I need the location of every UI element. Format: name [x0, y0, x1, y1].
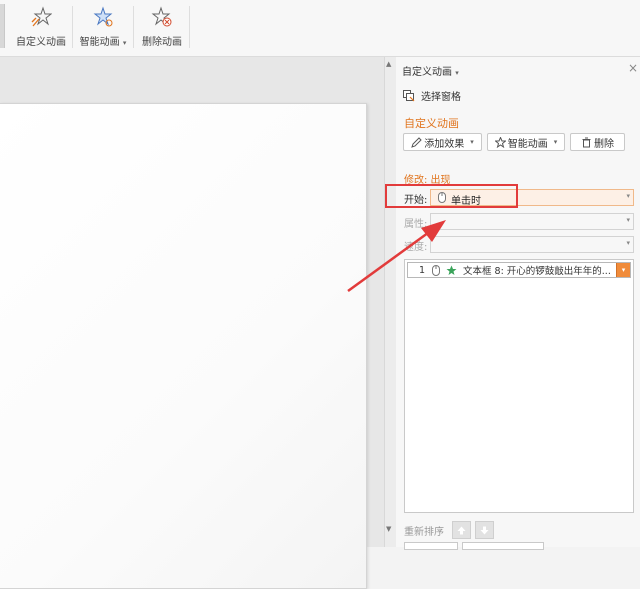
- animation-list[interactable]: 1 文本框 8: 开心的锣鼓敲出年年的... ▾: [404, 259, 634, 513]
- reorder-label: 重新排序: [404, 526, 444, 538]
- ribbon-toolbar: 自定义动画 智能动画 ▾ 删除动画: [0, 0, 640, 57]
- trash-icon: [582, 137, 591, 147]
- chevron-down-icon: ▾: [470, 138, 474, 146]
- delete-animation-label: 删除动画: [142, 37, 182, 48]
- slide-show-button[interactable]: [462, 542, 544, 550]
- chevron-down-icon: ▾: [626, 216, 630, 224]
- delete-button[interactable]: 删除: [570, 133, 625, 151]
- mouse-click-icon: [432, 264, 440, 276]
- reorder-bar: 重新排序: [404, 521, 494, 539]
- ribbon-separator: [189, 6, 190, 48]
- slide-canvas-area: [0, 57, 384, 589]
- chevron-down-icon: ▾: [455, 69, 459, 77]
- ribbon-separator: [72, 6, 73, 48]
- animation-item-text: 文本框 8: 开心的锣鼓敲出年年的...: [463, 266, 611, 277]
- smart-animation-ribbon-label: 智能动画: [79, 37, 120, 48]
- slide-page[interactable]: [0, 103, 367, 589]
- add-effect-button[interactable]: 添加效果 ▾: [403, 133, 482, 151]
- delete-animation-button[interactable]: 删除动画: [139, 4, 185, 50]
- delete-animation-icon: [151, 6, 172, 27]
- scroll-down-icon[interactable]: ▼: [386, 525, 391, 533]
- smart-animation-button[interactable]: 智能动画 ▾: [487, 133, 565, 151]
- start-highlight-box: [385, 184, 518, 208]
- close-icon[interactable]: ×: [628, 61, 638, 75]
- smart-animation-ribbon-button[interactable]: 智能动画 ▾: [78, 4, 128, 50]
- custom-animation-button[interactable]: 自定义动画: [15, 4, 67, 50]
- smart-animation-icon: [93, 6, 113, 27]
- list-item[interactable]: 1 文本框 8: 开心的锣鼓敲出年年的... ▾: [407, 262, 631, 278]
- selection-pane-button[interactable]: 选择窗格: [403, 88, 461, 103]
- property-row: 属性:: [404, 213, 428, 231]
- add-effect-label: 添加效果: [424, 138, 465, 150]
- move-up-button[interactable]: [452, 521, 471, 539]
- property-label: 属性:: [404, 218, 428, 230]
- play-button[interactable]: [404, 542, 458, 550]
- custom-animation-panel: 自定义动画 ▾ × 选择窗格 自定义动画 添加效果 ▾ 智能动画 ▾ 删除 修改…: [396, 57, 640, 547]
- move-down-button[interactable]: [475, 521, 494, 539]
- pencil-icon: [411, 136, 422, 148]
- smart-animation-icon: [494, 136, 506, 148]
- chevron-down-icon[interactable]: ▾: [616, 263, 630, 277]
- star-icon: [446, 265, 457, 275]
- property-select[interactable]: ▾: [430, 213, 634, 230]
- speed-label: 速度:: [404, 241, 428, 253]
- ribbon-left-edge: [0, 4, 5, 48]
- smart-animation-label: 智能动画: [507, 138, 548, 150]
- custom-animation-section-title: 自定义动画: [404, 117, 459, 130]
- panel-bottom-buttons: [396, 540, 640, 550]
- animation-order: 1: [419, 264, 426, 276]
- custom-animation-icon: [31, 6, 52, 27]
- chevron-down-icon: ▾: [626, 192, 630, 200]
- chevron-down-icon: ▾: [122, 39, 127, 47]
- speed-select[interactable]: ▾: [430, 236, 634, 253]
- arrow-down-icon: [480, 526, 489, 534]
- delete-label: 删除: [594, 138, 614, 150]
- panel-title[interactable]: 自定义动画 ▾: [402, 63, 459, 78]
- custom-animation-label: 自定义动画: [16, 37, 66, 48]
- scroll-up-icon[interactable]: ▲: [386, 60, 391, 68]
- selection-pane-icon: [403, 89, 415, 101]
- speed-row: 速度:: [404, 236, 428, 254]
- selection-pane-label: 选择窗格: [421, 92, 461, 103]
- ribbon-separator: [133, 6, 134, 48]
- chevron-down-icon: ▾: [626, 239, 630, 247]
- chevron-down-icon: ▾: [553, 138, 558, 146]
- arrow-up-icon: [457, 526, 466, 534]
